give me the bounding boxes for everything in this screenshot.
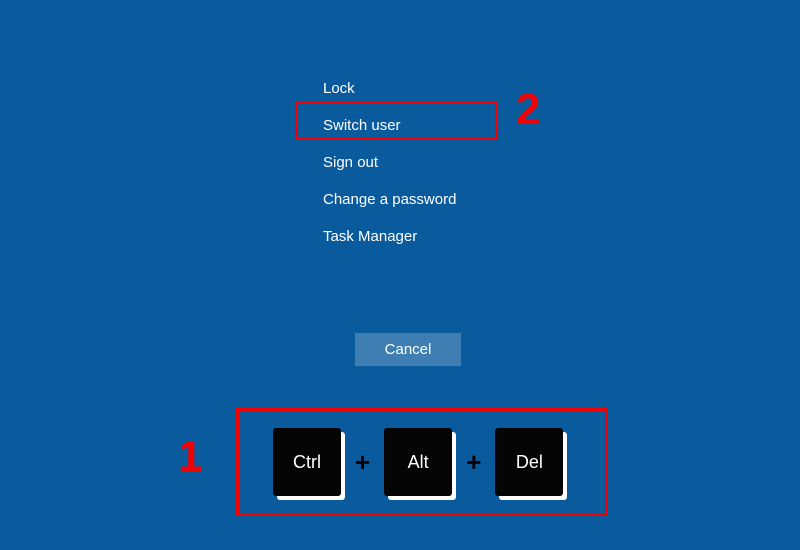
menu-item-lock[interactable]: Lock <box>313 70 466 107</box>
menu-item-change-password[interactable]: Change a password <box>313 181 466 218</box>
annotation-number-2: 2 <box>516 85 540 135</box>
menu-item-sign-out[interactable]: Sign out <box>313 144 466 181</box>
plus-icon: + <box>351 447 374 478</box>
menu-item-switch-user[interactable]: Switch user <box>313 107 466 144</box>
cancel-button[interactable]: Cancel <box>355 333 461 366</box>
key-ctrl: Ctrl <box>273 428 341 496</box>
keyboard-shortcut: Ctrl + Alt + Del <box>273 428 563 496</box>
key-alt: Alt <box>384 428 452 496</box>
menu-item-task-manager[interactable]: Task Manager <box>313 218 466 255</box>
annotation-number-1: 1 <box>178 432 202 482</box>
key-del: Del <box>495 428 563 496</box>
plus-icon: + <box>462 447 485 478</box>
security-options-menu: Lock Switch user Sign out Change a passw… <box>313 70 466 255</box>
